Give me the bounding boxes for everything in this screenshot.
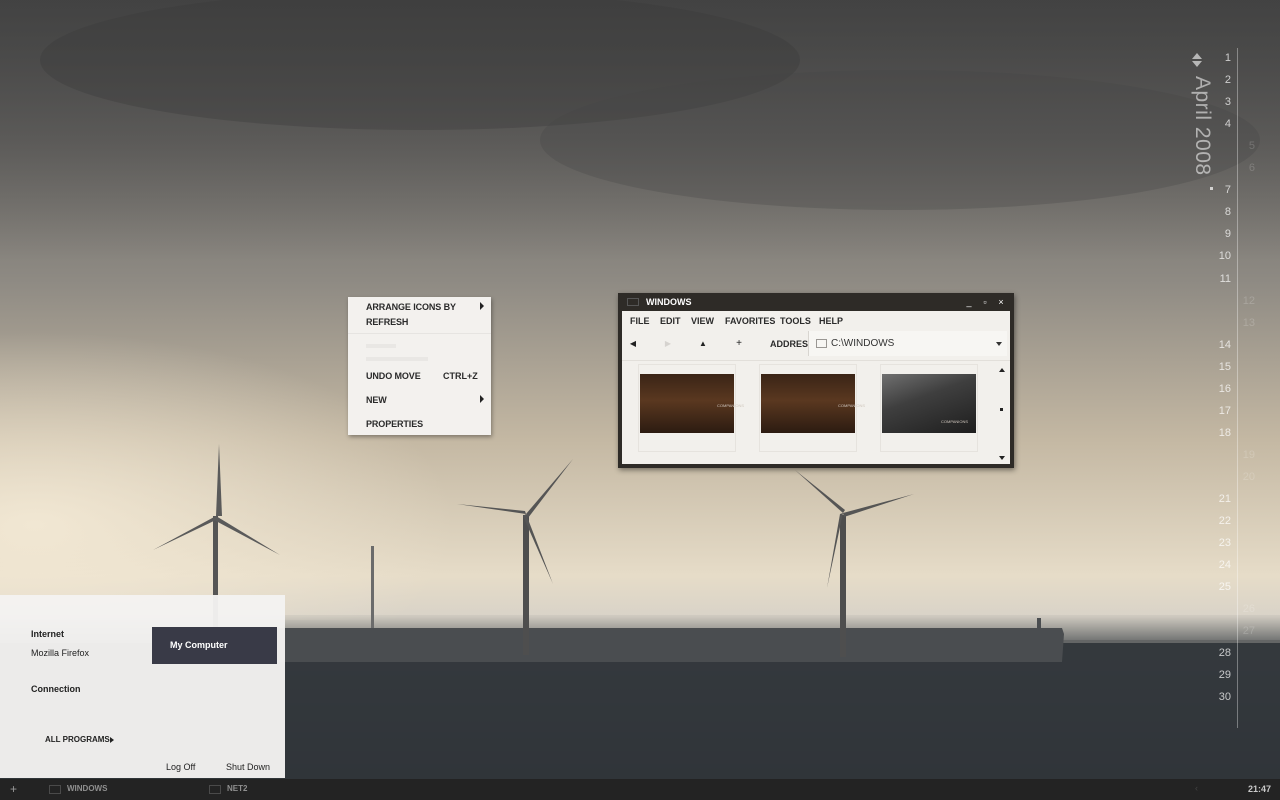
taskbar: + WINDOWS NET2 ‹ 21:47: [0, 779, 1280, 800]
calendar-day[interactable]: 13: [1225, 317, 1255, 329]
calendar-day[interactable]: 29: [1201, 669, 1231, 681]
calendar-day[interactable]: 18: [1201, 427, 1231, 439]
file-view: COMPANIONS COMPANIONS COMPANIONS: [622, 360, 1010, 465]
menu-file[interactable]: FILE: [630, 316, 650, 326]
window-title: WINDOWS: [646, 297, 692, 307]
calendar-day[interactable]: 17: [1201, 405, 1231, 417]
shut-down-button[interactable]: Shut Down: [226, 762, 270, 772]
calendar-day[interactable]: 28: [1201, 647, 1231, 659]
close-button[interactable]: ×: [995, 296, 1007, 308]
calendar-day[interactable]: 1: [1201, 52, 1231, 64]
menu-favorites[interactable]: FAVORITES: [725, 316, 775, 326]
file-thumbnail[interactable]: COMPANIONS: [880, 364, 978, 452]
window-body: FILE EDIT VIEW FAVORITES TOOLS HELP ◀ ▶ …: [622, 311, 1010, 464]
window-icon[interactable]: [627, 298, 639, 306]
scrollbar-thumb[interactable]: [1000, 408, 1003, 411]
log-off-button[interactable]: Log Off: [166, 762, 195, 772]
all-programs-button[interactable]: ALL PROGRAMS: [45, 735, 110, 744]
file-thumbnail[interactable]: COMPANIONS: [638, 364, 744, 452]
folder-icon: [816, 339, 827, 348]
calendar-day[interactable]: 15: [1201, 361, 1231, 373]
file-thumbnail[interactable]: COMPANIONS: [759, 364, 865, 452]
menu-item-disabled: [366, 357, 428, 361]
scroll-up-icon[interactable]: [999, 368, 1005, 372]
chevron-right-icon: [110, 737, 114, 743]
calendar-day[interactable]: 21: [1201, 493, 1231, 505]
connection-item[interactable]: Connection: [31, 684, 81, 694]
submenu-arrow-icon: [480, 395, 484, 403]
calendar-day[interactable]: 14: [1201, 339, 1231, 351]
calendar-day[interactable]: 27: [1225, 625, 1255, 637]
calendar-day[interactable]: 2: [1201, 74, 1231, 86]
calendar-day[interactable]: 16: [1201, 383, 1231, 395]
thumbnail-caption: COMPANIONS: [838, 403, 866, 408]
clock: 21:47: [1248, 784, 1272, 794]
menu-item-new[interactable]: NEW: [366, 395, 387, 405]
start-menu: Internet Mozilla Firefox My Computer Con…: [0, 595, 285, 778]
calendar-day[interactable]: 8: [1201, 206, 1231, 218]
calendar-day[interactable]: 25: [1201, 581, 1231, 593]
calendar-day[interactable]: 11: [1201, 273, 1231, 285]
menu-item-refresh[interactable]: REFRESH: [366, 317, 408, 327]
undo-shortcut: CTRL+Z: [443, 371, 478, 381]
calendar-day[interactable]: 23: [1201, 537, 1231, 549]
internet-label: Internet: [31, 629, 65, 639]
calendar-day[interactable]: 5: [1225, 140, 1255, 152]
window-icon: [49, 785, 61, 794]
menu-item-properties[interactable]: PROPERTIES: [366, 419, 423, 429]
tray-chevron-icon[interactable]: ‹: [1195, 783, 1198, 793]
my-computer-button[interactable]: My Computer: [152, 627, 277, 664]
menu-edit[interactable]: EDIT: [660, 316, 681, 326]
new-folder-button[interactable]: +: [732, 337, 746, 351]
my-computer-label: My Computer: [170, 640, 228, 650]
calendar-day[interactable]: 22: [1201, 515, 1231, 527]
calendar-day[interactable]: 9: [1201, 228, 1231, 240]
taskbar-item-windows[interactable]: WINDOWS: [67, 784, 107, 793]
forward-button[interactable]: ▶: [661, 337, 675, 351]
calendar-day[interactable]: 7: [1201, 184, 1231, 196]
minimize-button[interactable]: _: [963, 296, 975, 308]
back-button[interactable]: ◀: [626, 337, 640, 351]
address-value[interactable]: C:\WINDOWS: [831, 338, 894, 349]
chevron-down-icon[interactable]: [996, 342, 1002, 346]
window-icon: [209, 785, 221, 794]
calendar-day[interactable]: 19: [1225, 449, 1255, 461]
menu-item-disabled: [366, 344, 396, 348]
thumbnail-caption: COMPANIONS: [941, 419, 969, 424]
menu-separator: [348, 333, 491, 334]
calendar-day[interactable]: 6: [1225, 162, 1255, 174]
desktop-context-menu: ARRANGE ICONS BY REFRESH UNDO MOVE CTRL+…: [348, 297, 491, 435]
maximize-button[interactable]: ▫: [979, 296, 991, 308]
calendar-day[interactable]: 12: [1225, 295, 1255, 307]
submenu-arrow-icon: [480, 302, 484, 310]
up-folder-button[interactable]: ▲: [696, 337, 710, 351]
menu-bar: FILE EDIT VIEW FAVORITES TOOLS HELP: [622, 311, 1010, 329]
menu-tools[interactable]: TOOLS: [780, 316, 811, 326]
address-bar[interactable]: C:\WINDOWS: [808, 331, 1007, 356]
calendar-day[interactable]: 4: [1201, 118, 1231, 130]
firefox-item[interactable]: Mozilla Firefox: [31, 648, 89, 658]
calendar-month-title: April 2008: [1191, 76, 1214, 176]
scroll-down-icon[interactable]: [999, 456, 1005, 460]
calendar-day[interactable]: 26: [1225, 603, 1255, 615]
thumbnail-caption: COMPANIONS: [717, 403, 745, 408]
menu-item-arrange-icons[interactable]: ARRANGE ICONS BY: [366, 302, 456, 312]
calendar-day[interactable]: 20: [1225, 471, 1255, 483]
start-button[interactable]: +: [10, 782, 17, 796]
menu-item-undo-move[interactable]: UNDO MOVE: [366, 371, 421, 381]
calendar-day[interactable]: 30: [1201, 691, 1231, 703]
image-preview: [882, 374, 976, 433]
menu-help[interactable]: HELP: [819, 316, 843, 326]
calendar-day[interactable]: 24: [1201, 559, 1231, 571]
toolbar: ◀ ▶ ▲ + ADDRESS C:\WINDOWS: [622, 329, 1010, 359]
explorer-window: WINDOWS _ ▫ × FILE EDIT VIEW FAVORITES T…: [618, 293, 1014, 468]
menu-view[interactable]: VIEW: [691, 316, 714, 326]
taskbar-item-net2[interactable]: NET2: [227, 784, 247, 793]
calendar-day[interactable]: 10: [1201, 250, 1231, 262]
calendar-day[interactable]: 3: [1201, 96, 1231, 108]
